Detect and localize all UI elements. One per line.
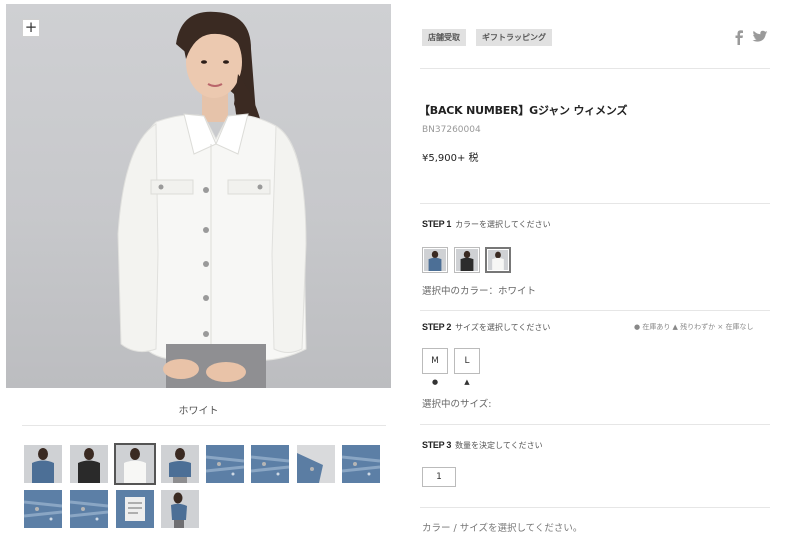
thumbnail-image	[206, 445, 244, 483]
zoom-button[interactable]: +	[22, 19, 40, 37]
thumbnail-denim-detail[interactable]	[70, 490, 108, 528]
thumbnail-model-black[interactable]	[70, 445, 108, 483]
facebook-icon[interactable]	[732, 29, 746, 45]
step2-heading: STEP 2 サイズを選択してください	[422, 322, 550, 333]
tag-gift-wrapping: ギフトラッピング	[476, 29, 552, 46]
main-product-image[interactable]: +	[6, 4, 391, 388]
selection-prompt: カラー / サイズを選択してください。	[422, 523, 583, 534]
step1-number: STEP 1	[422, 219, 452, 229]
thumbnail-image	[70, 490, 108, 528]
product-price: ¥5,900+ 税	[422, 153, 479, 164]
thumbnail-denim-detail[interactable]	[206, 445, 244, 483]
color-swatch-white[interactable]	[485, 247, 511, 273]
thumbnail-image	[251, 445, 289, 483]
divider	[420, 68, 770, 69]
tag-store-pickup: 店舗受取	[422, 29, 466, 46]
thumbnail-denim-detail[interactable]	[251, 445, 289, 483]
divider	[420, 507, 770, 508]
divider	[420, 310, 770, 311]
stock-mark-l: ▲	[464, 378, 470, 386]
thumbnail-denim-detail[interactable]	[342, 445, 380, 483]
thumbnail-image	[24, 490, 62, 528]
divider	[420, 424, 770, 425]
thumbnail-image	[24, 445, 62, 483]
model-white-jacket-photo	[117, 11, 307, 388]
stock-mark-m: ●	[431, 378, 439, 386]
quantity-input[interactable]: 1	[422, 467, 456, 487]
thumbnail-image	[161, 490, 199, 528]
twitter-icon[interactable]	[752, 29, 768, 45]
step3-instruction: 数量を決定してください	[455, 441, 543, 450]
color-swatch-black[interactable]	[454, 247, 480, 273]
thumbnail-image	[116, 445, 154, 483]
thumbnail-image	[70, 445, 108, 483]
thumbnail-model-denim-back[interactable]	[161, 445, 199, 483]
swatch-denim-photo	[424, 249, 446, 271]
step3-number: STEP 3	[422, 440, 452, 450]
thumbnail-image	[342, 445, 380, 483]
product-title: 【BACK NUMBER】Gジャン ウィメンズ	[419, 104, 628, 117]
step1-instruction: カラーを選択してください	[455, 220, 551, 229]
thumbnail-model-denim[interactable]	[24, 445, 62, 483]
step3-heading: STEP 3 数量を決定してください	[422, 440, 543, 451]
thumbnail-denim-label[interactable]	[116, 490, 154, 528]
stock-legend: ● 在庫あり ▲ 残りわずか × 在庫なし	[634, 323, 754, 331]
thumbnail-image	[161, 445, 199, 483]
selected-size-text: 選択中のサイズ:	[422, 399, 492, 410]
thumbnail-model-white[interactable]	[114, 443, 156, 485]
step2-instruction: サイズを選択してください	[455, 323, 551, 332]
product-code: BN37260004	[422, 125, 481, 135]
divider	[22, 425, 386, 426]
thumbnail-model-denim-side[interactable]	[161, 490, 199, 528]
thumbnail-denim-detail[interactable]	[24, 490, 62, 528]
size-button-m[interactable]: M	[422, 348, 448, 374]
size-button-l[interactable]: L	[454, 348, 480, 374]
step2-number: STEP 2	[422, 322, 452, 332]
step1-heading: STEP 1 カラーを選択してください	[422, 219, 551, 230]
selected-color-caption: ホワイト	[178, 406, 219, 417]
thumbnail-image	[297, 445, 335, 483]
divider	[420, 203, 770, 204]
swatch-black-photo	[456, 249, 478, 271]
thumbnail-image	[116, 490, 154, 528]
color-swatch-denim[interactable]	[422, 247, 448, 273]
thumbnail-denim-sleeve[interactable]	[297, 445, 335, 483]
selected-color-text: 選択中のカラー：ホワイト	[422, 286, 537, 297]
swatch-white-photo	[488, 250, 508, 270]
